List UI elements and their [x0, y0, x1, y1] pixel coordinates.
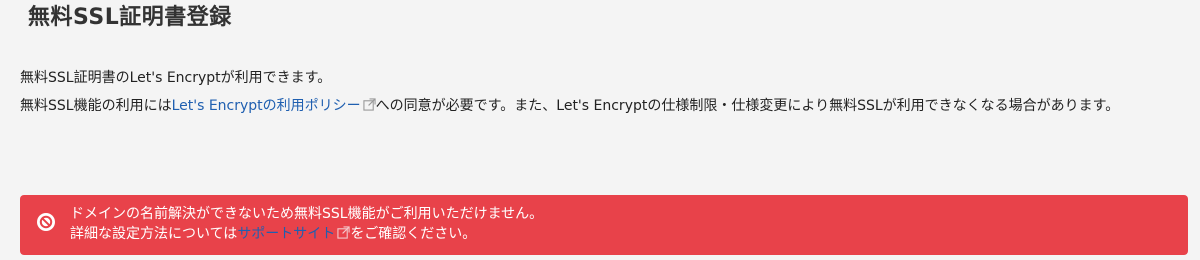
page-title: 無料SSL証明書登録 — [28, 5, 232, 30]
support-site-link[interactable]: サポートサイト — [237, 226, 350, 242]
policy-link-label: Let's Encryptの利用ポリシー — [171, 98, 361, 114]
external-link-icon — [363, 98, 376, 111]
alert-line-2: 詳細な設定方法についてはサポートサイト をご確認ください。 — [70, 224, 543, 244]
description-line-1: 無料SSL証明書のLet's Encryptが利用できます。 — [20, 70, 332, 86]
lets-encrypt-policy-link[interactable]: Let's Encryptの利用ポリシー — [172, 98, 376, 114]
alert-message: ドメインの名前解決ができないため無料SSL機能がご利用いただけません。 詳細な設… — [70, 204, 543, 244]
error-alert: ドメインの名前解決ができないため無料SSL機能がご利用いただけません。 詳細な設… — [20, 195, 1188, 255]
description-line-2-prefix: 無料SSL機能の利用には — [20, 98, 172, 114]
ssl-registration-page: 無料SSL証明書登録 無料SSL証明書のLet's Encryptが利用できます… — [0, 0, 1200, 260]
alert-line-1: ドメインの名前解決ができないため無料SSL機能がご利用いただけません。 — [70, 206, 544, 222]
alert-line-2-prefix: 詳細な設定方法については — [70, 226, 238, 242]
alert-line-2-suffix: をご確認ください。 — [350, 226, 477, 242]
prohibited-icon — [37, 213, 55, 231]
support-link-label: サポートサイト — [237, 226, 336, 242]
external-link-icon — [337, 226, 350, 239]
description-line-2-suffix: への同意が必要です。また、Let's Encryptの仕様制限・仕様変更により無… — [375, 98, 1120, 114]
description-line-2: 無料SSL機能の利用にはLet's Encryptの利用ポリシー への同意が必要で… — [20, 93, 1190, 119]
